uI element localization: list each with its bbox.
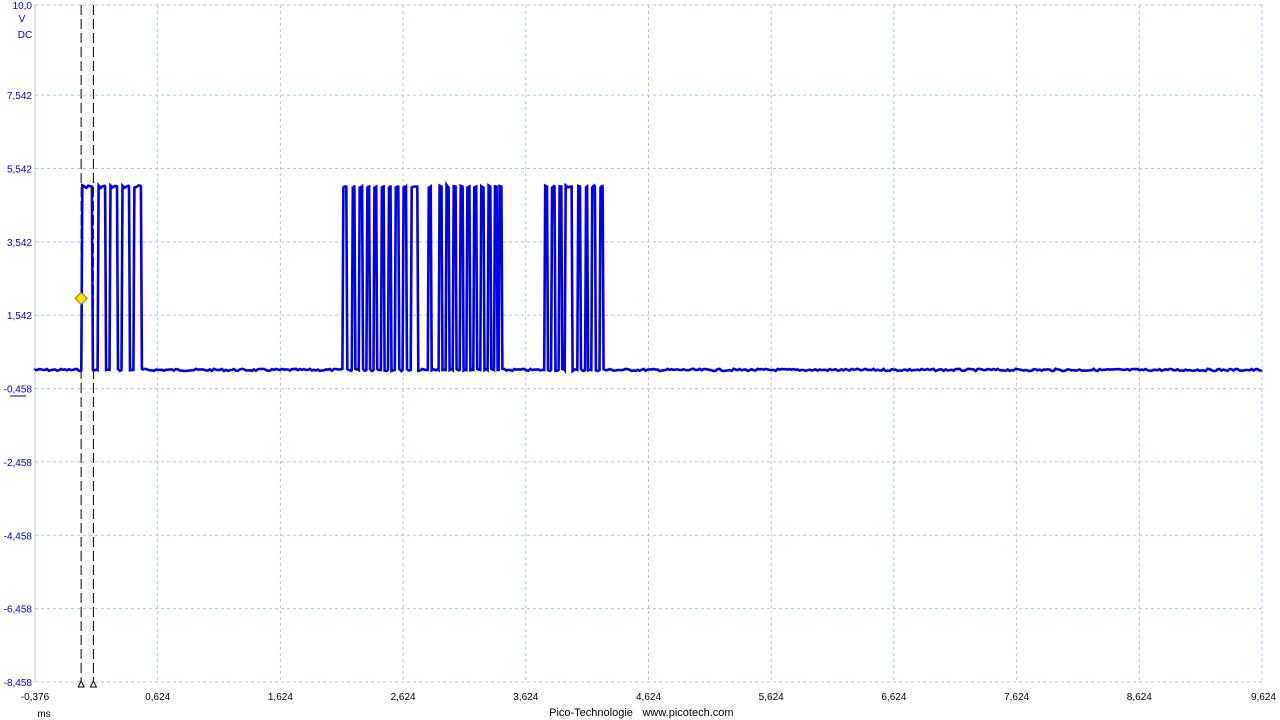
x-tick-label: 9,624 [1251,692,1276,703]
x-tick-label: 3,624 [513,692,538,703]
footer-url: www.picotech.com [641,707,733,719]
x-tick-label: 5,624 [759,692,784,703]
y-tick-label: -8,458 [4,678,33,689]
y-axis-coupling-label: DC [18,30,32,41]
x-tick-label: -0,376 [21,692,50,703]
y-tick-label: 1,542 [7,311,32,322]
y-tick-label: -0,458 [4,385,33,396]
x-tick-label: 0,624 [145,692,170,703]
x-tick-label: 4,624 [636,692,661,703]
x-tick-label: 2,624 [391,692,416,703]
y-tick-label: -2,458 [4,458,33,469]
y-tick-label: 7,542 [7,91,32,102]
grid [34,4,1263,683]
y-tick-label: 5,542 [7,165,32,176]
x-axis: -0,376 0,624 1,624 2,624 3,624 4,624 5,624 6,62… [21,692,1277,703]
x-tick-label: 6,624 [881,692,906,703]
y-axis-unit-label: V [19,14,26,25]
x-tick-label: 8,624 [1127,692,1152,703]
x-tick-label: 1,624 [268,692,293,703]
y-tick-label: 10,0 [13,1,33,12]
x-axis-unit-label: ms [37,709,50,720]
trigger-marker[interactable] [74,291,88,306]
y-tick-label: 3,542 [7,238,32,249]
footer-brand: Pico-Technologie [549,707,633,719]
y-axis: 10,0 7,542 5,542 3,542 1,542 -0,458 -2,458 -4,4… [4,1,33,689]
x-tick-label: 7,624 [1004,692,1029,703]
y-tick-label: -4,458 [4,531,33,542]
y-tick-label: -6,458 [4,605,33,616]
oscilloscope-chart: 10,0 7,542 5,542 3,542 1,542 -0,458 -2,458 -4,4… [4,1,1277,720]
